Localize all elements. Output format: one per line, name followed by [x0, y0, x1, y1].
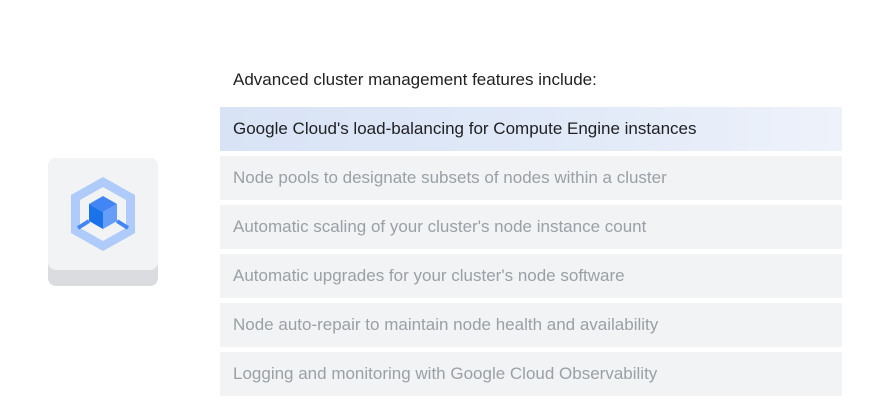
product-icon-tile — [48, 158, 158, 286]
feature-item-node-pools[interactable]: Node pools to designate subsets of nodes… — [220, 156, 842, 200]
feature-item-automatic-scaling[interactable]: Automatic scaling of your cluster's node… — [220, 205, 842, 249]
feature-list: Google Cloud's load-balancing for Comput… — [220, 107, 842, 401]
kubernetes-engine-icon — [71, 177, 135, 251]
product-icon-tile-face — [48, 158, 158, 270]
page-heading: Advanced cluster management features inc… — [233, 70, 597, 89]
feature-item-node-auto-repair[interactable]: Node auto-repair to maintain node health… — [220, 303, 842, 347]
feature-item-automatic-upgrades[interactable]: Automatic upgrades for your cluster's no… — [220, 254, 842, 298]
feature-item-load-balancing[interactable]: Google Cloud's load-balancing for Comput… — [220, 107, 842, 151]
feature-item-logging-monitoring[interactable]: Logging and monitoring with Google Cloud… — [220, 352, 842, 396]
